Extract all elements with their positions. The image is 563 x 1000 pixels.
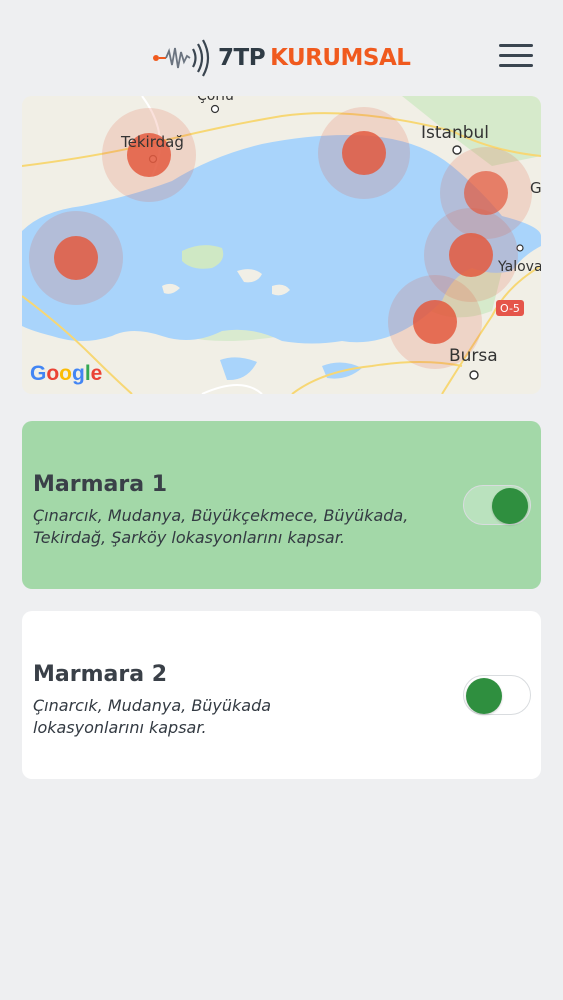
map-label-corlu: Çorlu	[197, 96, 234, 104]
map-label-yalova: Yalova	[497, 259, 541, 275]
map-label-tekirdag: Tekirdağ	[120, 133, 184, 151]
package-description-line1: Çınarcık, Mudanya, Büyükada	[33, 696, 272, 715]
package-toggle-marmara-2[interactable]	[463, 675, 531, 715]
logo-text: 7TP KURUMSAL	[218, 45, 411, 71]
google-attribution: Google	[30, 362, 102, 385]
coverage-marker-sarkoy[interactable]	[29, 211, 123, 305]
seismograph-icon	[153, 39, 210, 77]
map-canvas[interactable]: Çorlu Tekirdağ Istanbul Yalova Bursa G O…	[22, 96, 541, 394]
map-label-road: O-5	[500, 302, 520, 315]
logo-text-7tp: 7TP	[218, 45, 266, 71]
package-description-line1: Çınarcık, Mudanya, Büyükçekmece, Büyükad…	[33, 506, 409, 525]
package-description-line2: Tekirdağ, Şarköy lokasyonlarını kapsar.	[33, 528, 345, 547]
map-label-istanbul: Istanbul	[421, 123, 489, 143]
app-header: 7TP KURUMSAL	[0, 0, 563, 96]
map-label-bursa: Bursa	[449, 346, 498, 366]
toggle-knob	[466, 678, 502, 714]
package-toggle-marmara-1[interactable]	[463, 485, 531, 525]
coverage-marker-tekirdag[interactable]	[102, 108, 196, 202]
package-description: Çınarcık, Mudanya, Büyükçekmece, Büyükad…	[33, 505, 433, 549]
package-description: Çınarcık, Mudanya, Büyükada lokasyonları…	[33, 695, 433, 739]
package-title: Marmara 2	[33, 662, 168, 687]
hamburger-menu-icon[interactable]	[499, 44, 533, 70]
coverage-marker-buyukcekmece[interactable]	[318, 107, 410, 199]
logo-text-kurumsal: KURUMSAL	[270, 45, 411, 71]
map-label-edge-g: G	[530, 179, 541, 197]
package-title: Marmara 1	[33, 472, 168, 497]
package-description-line2: lokasyonlarını kapsar.	[33, 718, 207, 737]
toggle-knob	[492, 488, 528, 524]
coverage-map[interactable]: Çorlu Tekirdağ Istanbul Yalova Bursa G O…	[22, 96, 541, 394]
logo: 7TP KURUMSAL	[152, 38, 411, 78]
